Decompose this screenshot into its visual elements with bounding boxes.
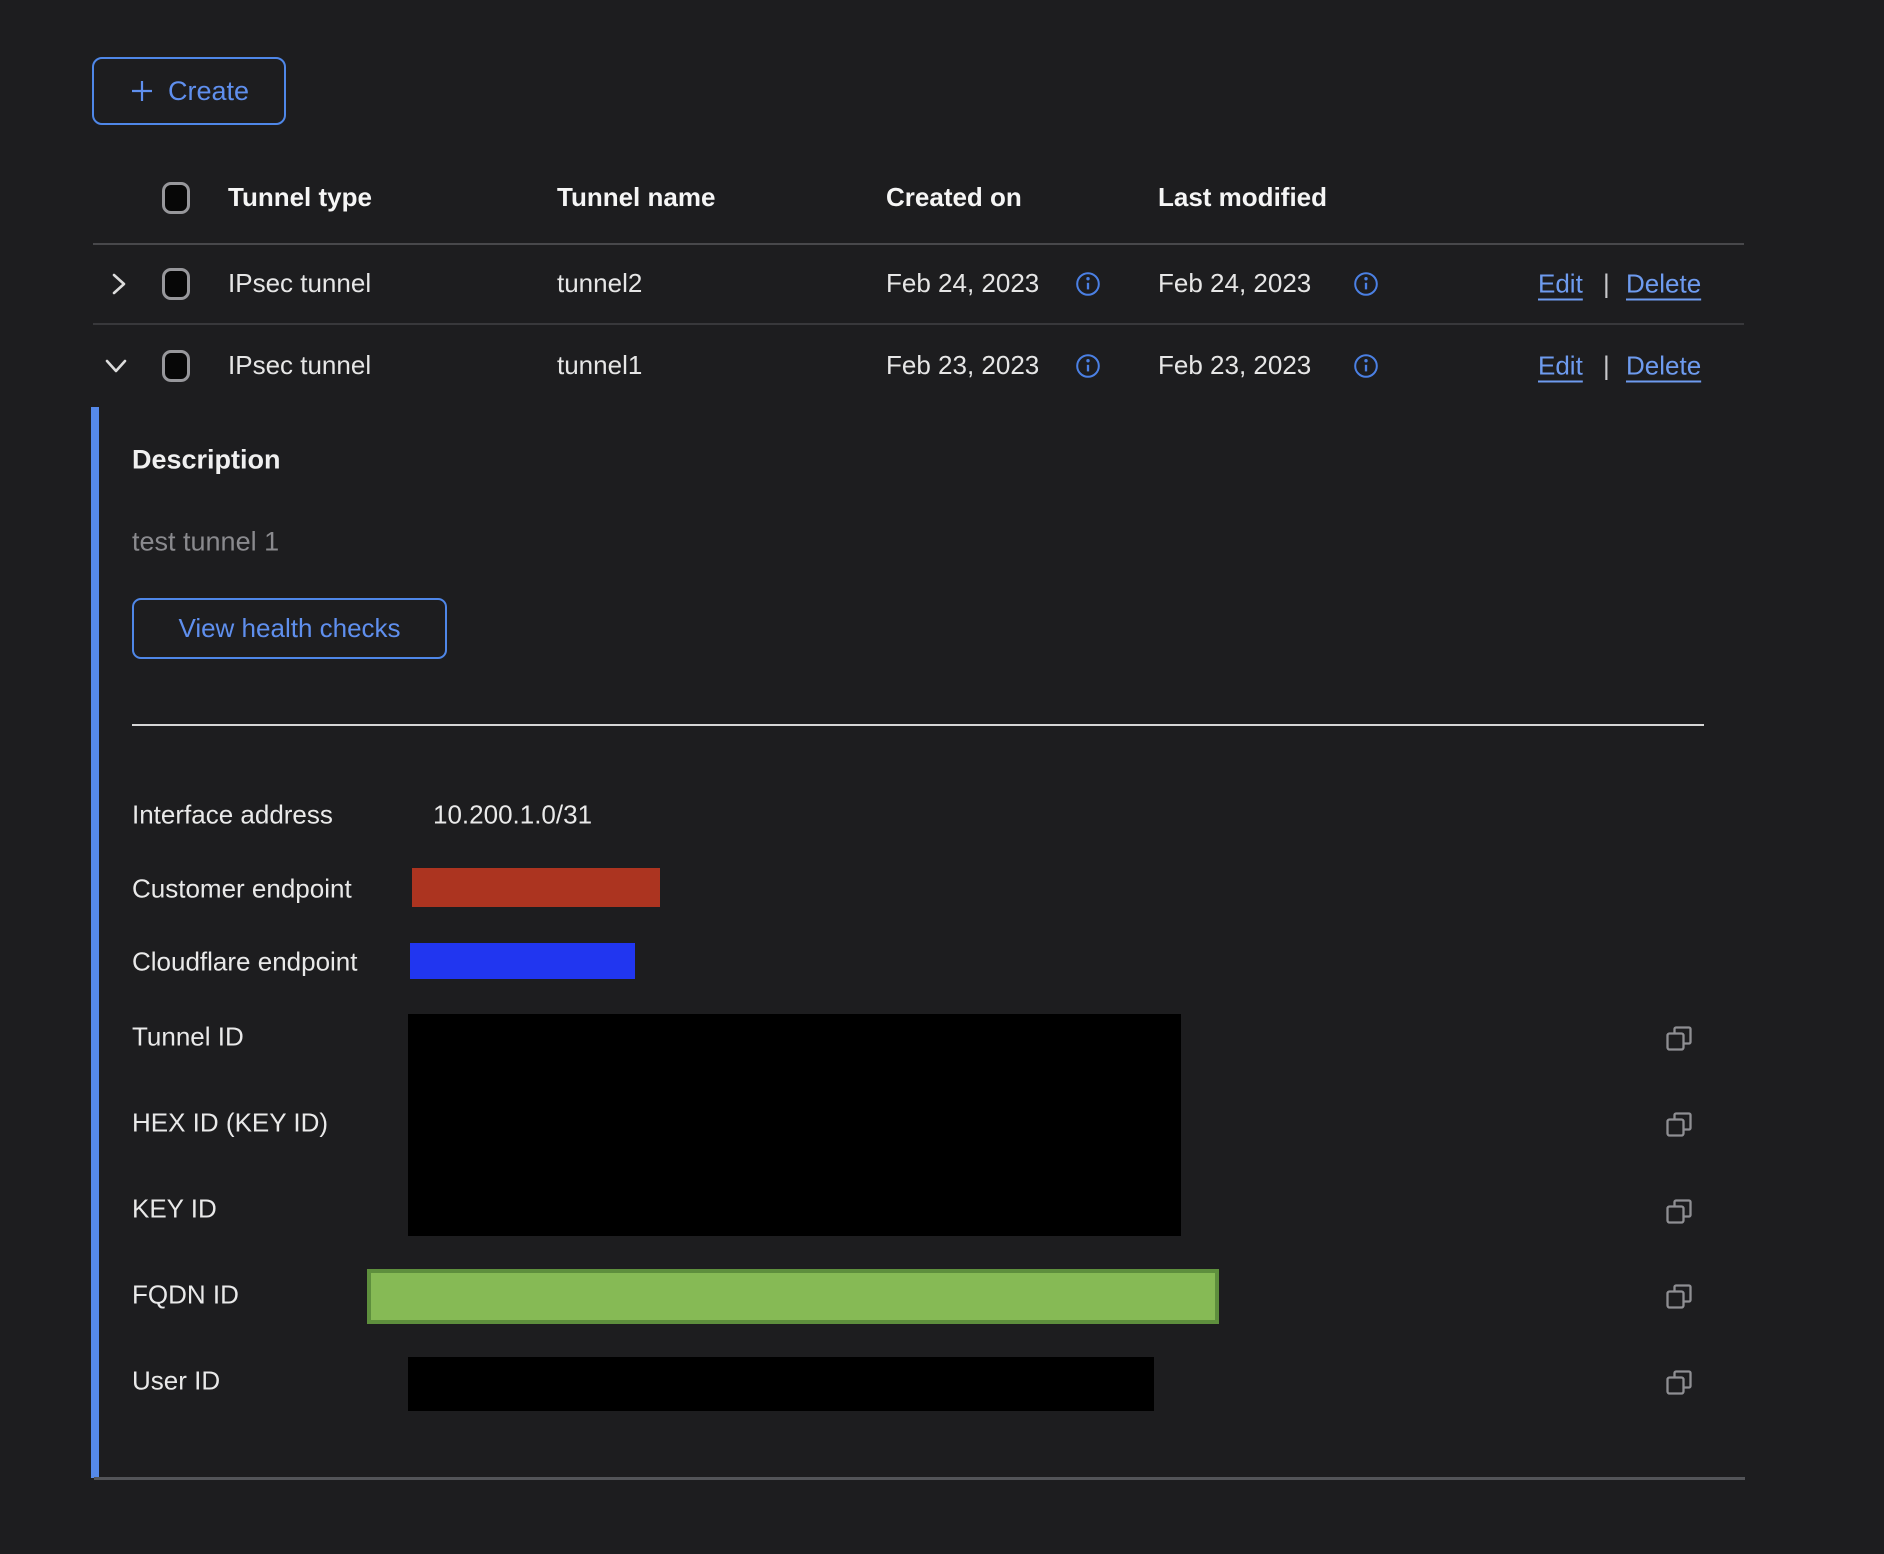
created-on-cell: Feb 23, 2023: [886, 351, 1039, 381]
column-header-created-on: Created on: [886, 183, 1022, 213]
collapse-row-button[interactable]: [103, 353, 129, 379]
column-header-tunnel-name: Tunnel name: [557, 183, 715, 213]
expand-row-button[interactable]: [106, 271, 132, 297]
copy-key-id-button[interactable]: [1664, 1196, 1694, 1226]
plus-icon: [129, 78, 155, 104]
created-on-info-icon[interactable]: [1075, 353, 1101, 379]
panel-bottom-divider: [94, 1477, 1745, 1480]
edit-link[interactable]: Edit: [1538, 351, 1583, 382]
action-separator: |: [1603, 351, 1610, 382]
last-modified-cell: Feb 23, 2023: [1158, 351, 1311, 381]
interface-address-value: 10.200.1.0/31: [433, 800, 592, 831]
cloudflare-endpoint-redacted-value: [410, 943, 635, 979]
created-on-cell: Feb 24, 2023: [886, 269, 1039, 299]
select-all-checkbox[interactable]: [162, 182, 190, 214]
expanded-tunnel-panel: Description test tunnel 1 View health ch…: [91, 407, 1744, 1478]
interface-address-label: Interface address: [132, 800, 333, 831]
created-on-info-icon[interactable]: [1075, 271, 1101, 297]
description-heading: Description: [132, 445, 281, 476]
copy-user-id-button[interactable]: [1664, 1367, 1694, 1397]
last-modified-info-icon[interactable]: [1353, 271, 1379, 297]
column-header-last-modified: Last modified: [1158, 183, 1327, 213]
copy-icon: [1664, 1023, 1694, 1053]
tunnel-name-cell: tunnel2: [557, 269, 642, 299]
create-button-label: Create: [168, 78, 249, 105]
view-health-checks-label: View health checks: [178, 613, 400, 644]
table-row: IPsec tunnel tunnel1 Feb 23, 2023 Feb 23…: [93, 325, 1744, 407]
copy-hex-id-button[interactable]: [1664, 1109, 1694, 1139]
fqdn-id-redacted-value: [367, 1269, 1219, 1324]
row-checkbox[interactable]: [162, 350, 190, 382]
delete-link[interactable]: Delete: [1626, 269, 1701, 300]
user-id-label: User ID: [132, 1366, 220, 1397]
key-id-label: KEY ID: [132, 1194, 217, 1225]
fqdn-id-label: FQDN ID: [132, 1280, 239, 1311]
chevron-right-icon: [106, 271, 132, 297]
delete-link[interactable]: Delete: [1626, 351, 1701, 382]
copy-icon: [1664, 1196, 1694, 1226]
copy-icon: [1664, 1367, 1694, 1397]
chevron-down-icon: [103, 353, 129, 379]
edit-link[interactable]: Edit: [1538, 269, 1583, 300]
tunnel-id-label: Tunnel ID: [132, 1022, 244, 1053]
copy-icon: [1664, 1109, 1694, 1139]
table-row: IPsec tunnel tunnel2 Feb 24, 2023 Feb 24…: [93, 245, 1744, 325]
user-id-redacted-value: [408, 1357, 1154, 1411]
section-divider: [132, 724, 1704, 726]
tunnels-page: Create Tunnel type Tunnel name Created o…: [0, 0, 1884, 1554]
cloudflare-endpoint-label: Cloudflare endpoint: [132, 947, 358, 978]
last-modified-info-icon[interactable]: [1353, 353, 1379, 379]
copy-tunnel-id-button[interactable]: [1664, 1023, 1694, 1053]
hex-id-label: HEX ID (KEY ID): [132, 1108, 328, 1139]
row-checkbox[interactable]: [162, 268, 190, 300]
copy-icon: [1664, 1281, 1694, 1311]
column-header-tunnel-type: Tunnel type: [228, 183, 372, 213]
last-modified-cell: Feb 24, 2023: [1158, 269, 1311, 299]
view-health-checks-button[interactable]: View health checks: [132, 598, 447, 659]
tunnel-type-cell: IPsec tunnel: [228, 351, 371, 381]
table-header-row: Tunnel type Tunnel name Created on Last …: [93, 152, 1744, 245]
copy-fqdn-id-button[interactable]: [1664, 1281, 1694, 1311]
customer-endpoint-redacted-value: [412, 868, 660, 907]
description-text: test tunnel 1: [132, 527, 279, 558]
tunnel-name-cell: tunnel1: [557, 351, 642, 381]
customer-endpoint-label: Customer endpoint: [132, 874, 352, 905]
tunnel-type-cell: IPsec tunnel: [228, 269, 371, 299]
create-button[interactable]: Create: [92, 57, 286, 125]
id-values-redacted-block: [408, 1014, 1181, 1236]
action-separator: |: [1603, 269, 1610, 300]
